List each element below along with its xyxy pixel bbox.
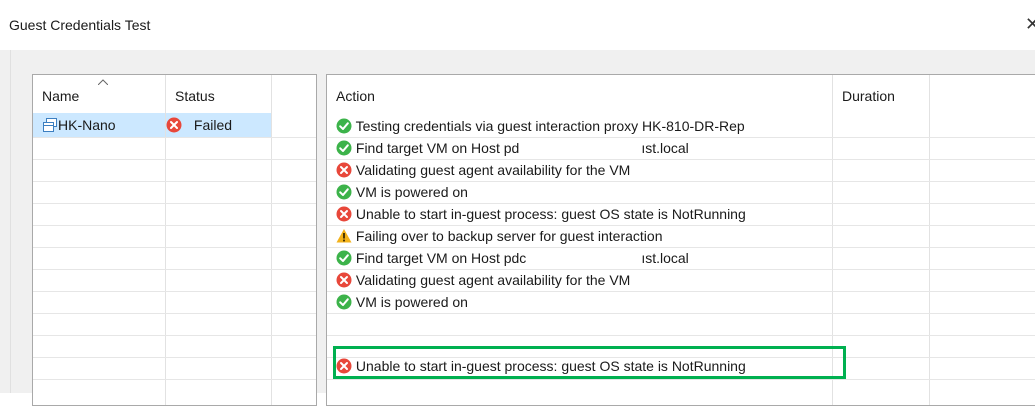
action-row[interactable]: Unable to start in-guest process: guest … — [336, 203, 746, 225]
row-divider — [33, 181, 316, 182]
title-bar: Guest Credentials Test ✕ — [0, 0, 1035, 50]
row-divider — [33, 247, 316, 248]
error-icon — [336, 272, 352, 288]
column-header-duration-label: Duration — [842, 88, 895, 104]
action-text: VM is powered on — [355, 184, 468, 200]
row-divider — [33, 291, 316, 292]
row-divider — [33, 313, 316, 314]
row-divider — [33, 269, 316, 270]
row-divider — [33, 335, 316, 336]
row-divider — [327, 313, 1035, 314]
action-row[interactable]: Find target VM on Host pdc ıst.local — [336, 247, 689, 269]
row-divider — [33, 159, 316, 160]
column-header-name-label: Name — [42, 88, 80, 104]
action-text-suffix: ıst.local — [641, 250, 689, 266]
vm-status-cell: Failed — [166, 114, 232, 136]
column-header-action-label: Action — [336, 88, 375, 104]
error-icon — [166, 117, 182, 133]
action-text: Unable to start in-guest process: guest … — [355, 206, 746, 222]
success-icon — [336, 294, 352, 310]
body-left-edge — [10, 50, 11, 393]
success-icon — [336, 250, 352, 266]
action-text: Validating guest agent availability for … — [355, 272, 631, 288]
column-header-action[interactable]: Action — [327, 75, 828, 109]
column-header-name[interactable]: Name — [33, 75, 165, 109]
action-text: Failing over to backup server for guest … — [355, 228, 663, 244]
action-row[interactable]: VM is powered on — [336, 181, 468, 203]
action-text: Find target VM on Host pdc — [355, 250, 527, 266]
action-row[interactable]: VM is powered on — [336, 291, 468, 313]
vm-icon — [43, 117, 57, 132]
success-icon — [336, 140, 352, 156]
action-row[interactable]: Failing over to backup server for guest … — [336, 225, 663, 247]
row-divider — [327, 379, 1035, 380]
close-icon[interactable]: ✕ — [1025, 14, 1035, 34]
row-divider — [33, 225, 316, 226]
vm-status: Failed — [193, 117, 233, 133]
success-icon — [336, 118, 352, 134]
column-header-duration[interactable]: Duration — [833, 75, 929, 109]
action-text: Find target VM on Host pd — [355, 140, 520, 156]
sort-ascending-icon — [98, 79, 108, 85]
action-text: Testing credentials via guest interactio… — [355, 118, 745, 134]
action-text: VM is powered on — [355, 294, 468, 310]
row-divider — [327, 335, 1035, 336]
table-row[interactable]: HK-Nano Failed — [33, 114, 271, 136]
window-title: Guest Credentials Test — [9, 17, 151, 33]
success-icon — [336, 184, 352, 200]
row-divider — [33, 379, 316, 380]
action-row[interactable]: Testing credentials via guest interactio… — [336, 115, 745, 137]
action-row[interactable]: Validating guest agent availability for … — [336, 269, 630, 291]
vm-name-cell: HK-Nano — [42, 114, 116, 136]
action-text-suffix: ıst.local — [641, 140, 689, 156]
column-header-status-label: Status — [175, 88, 215, 104]
column-divider — [929, 75, 930, 405]
error-icon — [336, 162, 352, 178]
row-divider — [33, 137, 316, 138]
action-row[interactable]: Validating guest agent availability for … — [336, 159, 630, 181]
highlight-annotation-box — [333, 346, 846, 379]
row-divider — [33, 357, 316, 358]
warning-icon — [336, 228, 352, 243]
column-divider — [271, 75, 272, 405]
column-header-status[interactable]: Status — [166, 75, 271, 109]
vm-list-table: Name Status HK-Nano Failed — [32, 74, 317, 406]
action-text: Validating guest agent availability for … — [355, 162, 631, 178]
vm-name: HK-Nano — [58, 117, 116, 133]
action-row[interactable]: Find target VM on Host pd ıst.local — [336, 137, 689, 159]
error-icon — [336, 206, 352, 222]
row-divider — [33, 203, 316, 204]
